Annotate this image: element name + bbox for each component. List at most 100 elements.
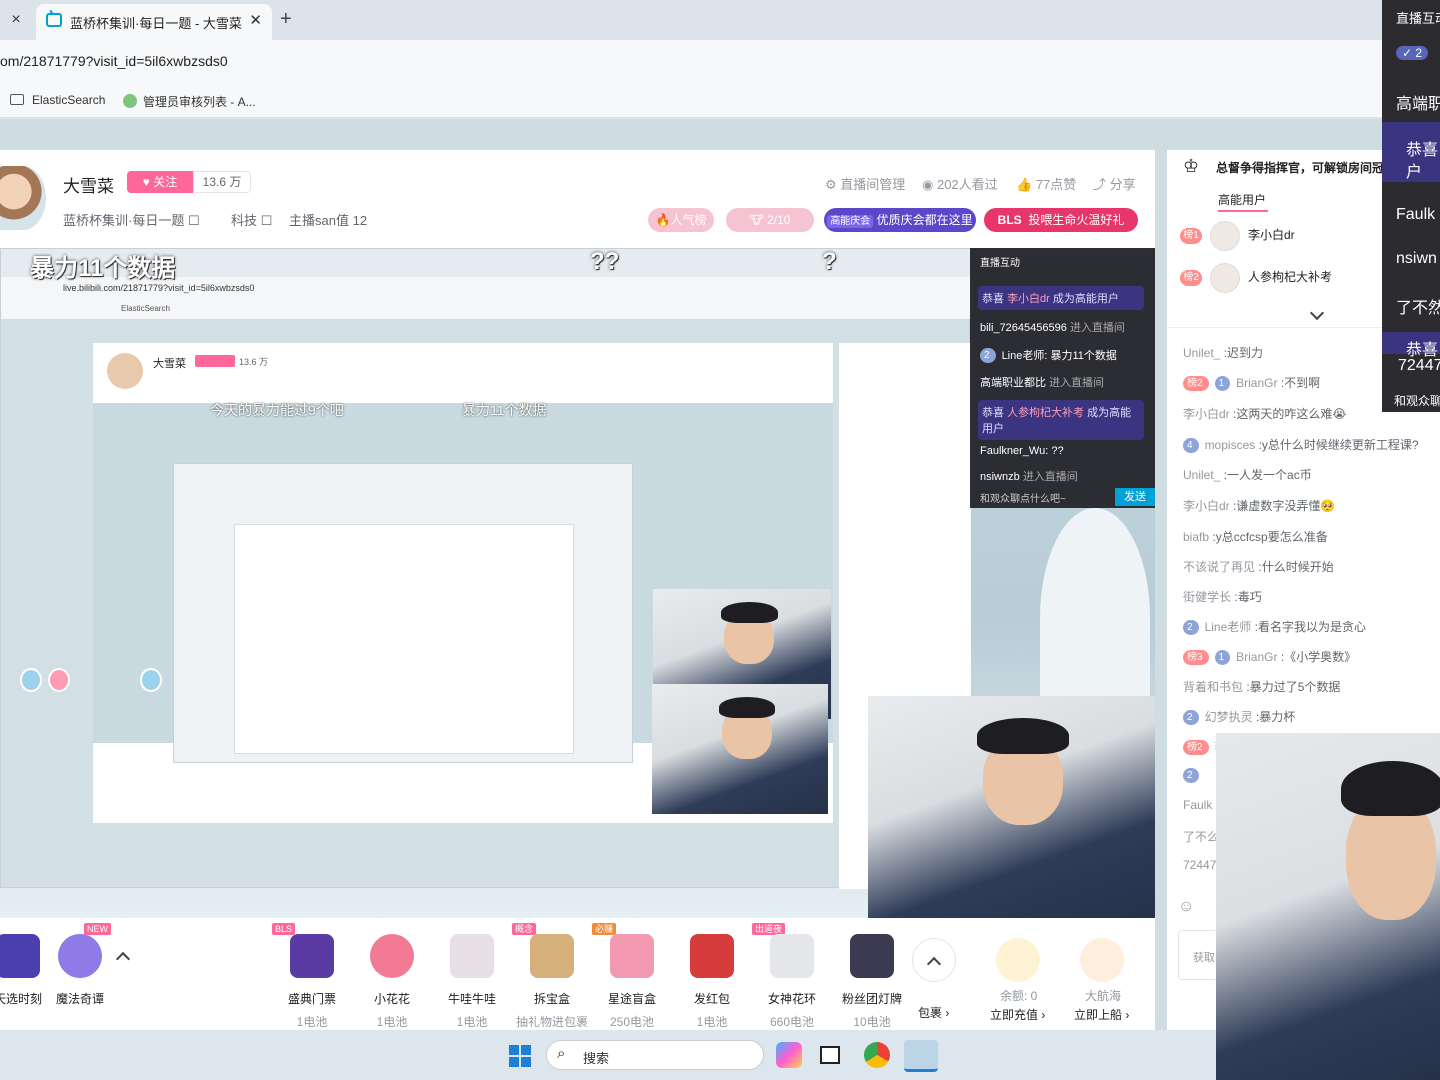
promo-pill-2[interactable]: BLS 投喂生命火温好礼	[984, 208, 1138, 232]
chat-message[interactable]: biafb :y总ccfcsp要怎么准备	[1183, 528, 1328, 545]
rank-user-row[interactable]: 榜2 人参枸杞大补考	[1180, 263, 1332, 293]
chat-message[interactable]: 4 mopisces :y总什么时候继续更新工程课?	[1183, 436, 1419, 453]
captain-label: 大航海	[1085, 989, 1122, 1003]
nested-danmaku: 今天的暴力能过9个吧	[210, 402, 344, 418]
collapse-gifts-button[interactable]	[115, 951, 131, 967]
room-title: 蓝桥杯集训·每日一题 ☐	[63, 213, 200, 228]
room-manage-link[interactable]: ⚙ 直播间管理	[825, 174, 905, 193]
captured-chat-line: 恭喜 李小白dr 成为高能用户	[978, 286, 1144, 310]
chat-message[interactable]: 了不么	[1183, 828, 1219, 845]
wallet-icon	[996, 938, 1040, 982]
bookmark-elasticsearch[interactable]: ElasticSearch	[10, 93, 105, 107]
gift-item[interactable]: 粉丝团灯牌 10电池	[832, 934, 912, 1030]
rank-title: 总督争得指挥官，可解锁房间冠名	[1216, 161, 1397, 175]
popularity-rank-pill[interactable]: 🔥人气榜	[648, 208, 714, 232]
windows-start-icon[interactable]	[509, 1045, 531, 1067]
copilot-icon[interactable]	[776, 1042, 802, 1068]
chat-message[interactable]: 2 Line老师 :看名字我以为是贪心	[1183, 618, 1366, 635]
gift-item[interactable]: 盛典门票 1电池	[272, 934, 352, 1030]
like-count[interactable]: 👍 77点赞	[1016, 174, 1076, 193]
nested-danmaku: 暴力11个数据	[462, 402, 547, 418]
overlay-title: 直播互动	[1396, 11, 1440, 26]
tab-high-energy-users[interactable]: 高能用户	[1218, 191, 1266, 208]
gift-icon	[530, 934, 574, 978]
cartoon-character	[140, 668, 162, 692]
expand-rank-button[interactable]	[1309, 305, 1325, 321]
gift-icon	[610, 934, 654, 978]
chat-message[interactable]: 李小白dr :这两天的咋这么难😭	[1183, 405, 1346, 422]
overlay-line: 户	[1406, 164, 1423, 181]
chat-message[interactable]: 李小白dr :谦虚数字没弄懂🥺	[1183, 497, 1335, 514]
close-tab-icon[interactable]: ×	[6, 10, 26, 30]
captured-chat-line: 高端职业都比 进入直播间	[980, 377, 1105, 389]
promo-pill-1[interactable]: 高能庆会 优质庆会都在这里	[824, 208, 976, 232]
chat-message[interactable]: 榜3 1 BrianGr :《小学奥数》	[1183, 648, 1356, 665]
taskbar-search[interactable]: ⌕ 搜索	[546, 1040, 764, 1070]
cartoon-character	[48, 668, 70, 692]
search-icon: ⌕	[557, 1045, 566, 1062]
chat-message[interactable]: 不该说了再见 :什么时候开始	[1183, 558, 1334, 575]
more-gifts-button[interactable]	[912, 938, 956, 982]
close-icon[interactable]: ✕	[249, 11, 262, 29]
streamer-avatar[interactable]	[0, 166, 46, 230]
overlay-line: 恭喜	[1406, 142, 1439, 159]
share-button[interactable]: ⤴ 分享	[1093, 174, 1136, 193]
live-app-icon[interactable]	[904, 1040, 938, 1072]
chat-message[interactable]: Unilet_ :一人发一个ac币	[1183, 466, 1312, 483]
gift-item[interactable]: 发红包 1电池	[672, 934, 752, 1030]
gift-item[interactable]: 牛哇牛哇 1电池	[432, 934, 512, 1030]
tab-title: 蓝桥杯集训·每日一题 - 大雪菜	[70, 16, 242, 31]
gift-icon	[370, 934, 414, 978]
recharge-link[interactable]: 立即充值 ›	[990, 1006, 1045, 1023]
balance: 余额: 0	[1000, 989, 1038, 1003]
crown-icon: ♔	[1183, 156, 1200, 176]
overlay-input: 和观众聊	[1394, 394, 1440, 408]
edit-icon: ☐	[260, 213, 273, 228]
chat-input[interactable]: 获取	[1178, 930, 1218, 980]
board-link[interactable]: 立即上船 ›	[1074, 1006, 1129, 1023]
edit-icon[interactable]: ☐	[188, 213, 200, 228]
chat-message[interactable]: 72447	[1183, 858, 1216, 872]
bookmark-admin-review[interactable]: 管理员审核列表 - A...	[123, 93, 256, 110]
rank-user-row[interactable]: 榜1 李小白dr	[1180, 221, 1295, 251]
viewer-count: ◉ 202人看过	[922, 177, 998, 192]
chat-message[interactable]: 背着和书包 :暴力过了5个数据	[1183, 678, 1340, 695]
side-chat-overlay: 直播互动 ✓ 2 高端职 恭喜 户 Faulk nsiwn 了不然 恭喜 724…	[1382, 0, 1440, 412]
cow-icon: 🐮	[749, 213, 764, 227]
gift-item[interactable]: 女神花环 660电池	[752, 934, 832, 1030]
chat-message[interactable]: 街健学长 :毒巧	[1183, 588, 1262, 605]
captured-chat-line: 2 Line老师: 暴力11个数据	[980, 347, 1117, 363]
bilibili-tv-icon	[46, 13, 62, 27]
nested-follow	[195, 355, 235, 367]
gift-item[interactable]: 小花花 1电池	[352, 934, 432, 1030]
task-view-icon[interactable]	[820, 1046, 840, 1064]
package-link[interactable]: 包裹 ›	[918, 1004, 949, 1021]
streamer-name[interactable]: 大雪菜	[63, 172, 114, 197]
new-tab-button[interactable]: +	[280, 8, 292, 31]
chat-message[interactable]: Unilet_ :迟到力	[1183, 344, 1263, 361]
site-icon	[123, 94, 137, 108]
chat-message[interactable]: 2	[1183, 768, 1205, 783]
active-tab[interactable]: 蓝桥杯集训·每日一题 - 大雪菜 ✕	[36, 4, 272, 40]
gift-icon	[850, 934, 894, 978]
address-bar[interactable]: om/21871779?visit_id=5il6xwbzsds0	[0, 40, 1440, 84]
danmaku-overlay: ?	[822, 248, 837, 275]
gift-item[interactable]: 拆宝盒 抽礼物进包裹	[512, 934, 592, 1030]
fire-icon: 🔥	[655, 213, 671, 227]
gift-icon	[770, 934, 814, 978]
chat-message[interactable]: 榜2 1 BrianGr :不到啊	[1183, 374, 1320, 391]
chat-message[interactable]: Faulk	[1183, 798, 1212, 812]
chrome-icon[interactable]	[864, 1042, 890, 1068]
chat-message[interactable]: 2 幻梦执灵 :暴力杯	[1183, 708, 1295, 725]
san-value: 主播san值 12	[289, 213, 368, 228]
chevron-up-icon	[115, 951, 131, 967]
gift-item[interactable]: 星途盲盒 250电池	[592, 934, 672, 1030]
thumb-icon: 👍	[1016, 177, 1033, 192]
task-progress-pill[interactable]: 🐮 2/10	[726, 208, 814, 232]
gift-icon	[450, 934, 494, 978]
emoji-icon[interactable]: ☺	[1178, 898, 1194, 916]
url-text[interactable]: om/21871779?visit_id=5il6xwbzsds0	[0, 53, 228, 69]
follow-button[interactable]: ♥ 关注	[127, 171, 193, 193]
gift-item[interactable]: 魔法奇谭	[40, 934, 120, 1007]
room-category[interactable]: 科技 ☐	[231, 210, 272, 229]
